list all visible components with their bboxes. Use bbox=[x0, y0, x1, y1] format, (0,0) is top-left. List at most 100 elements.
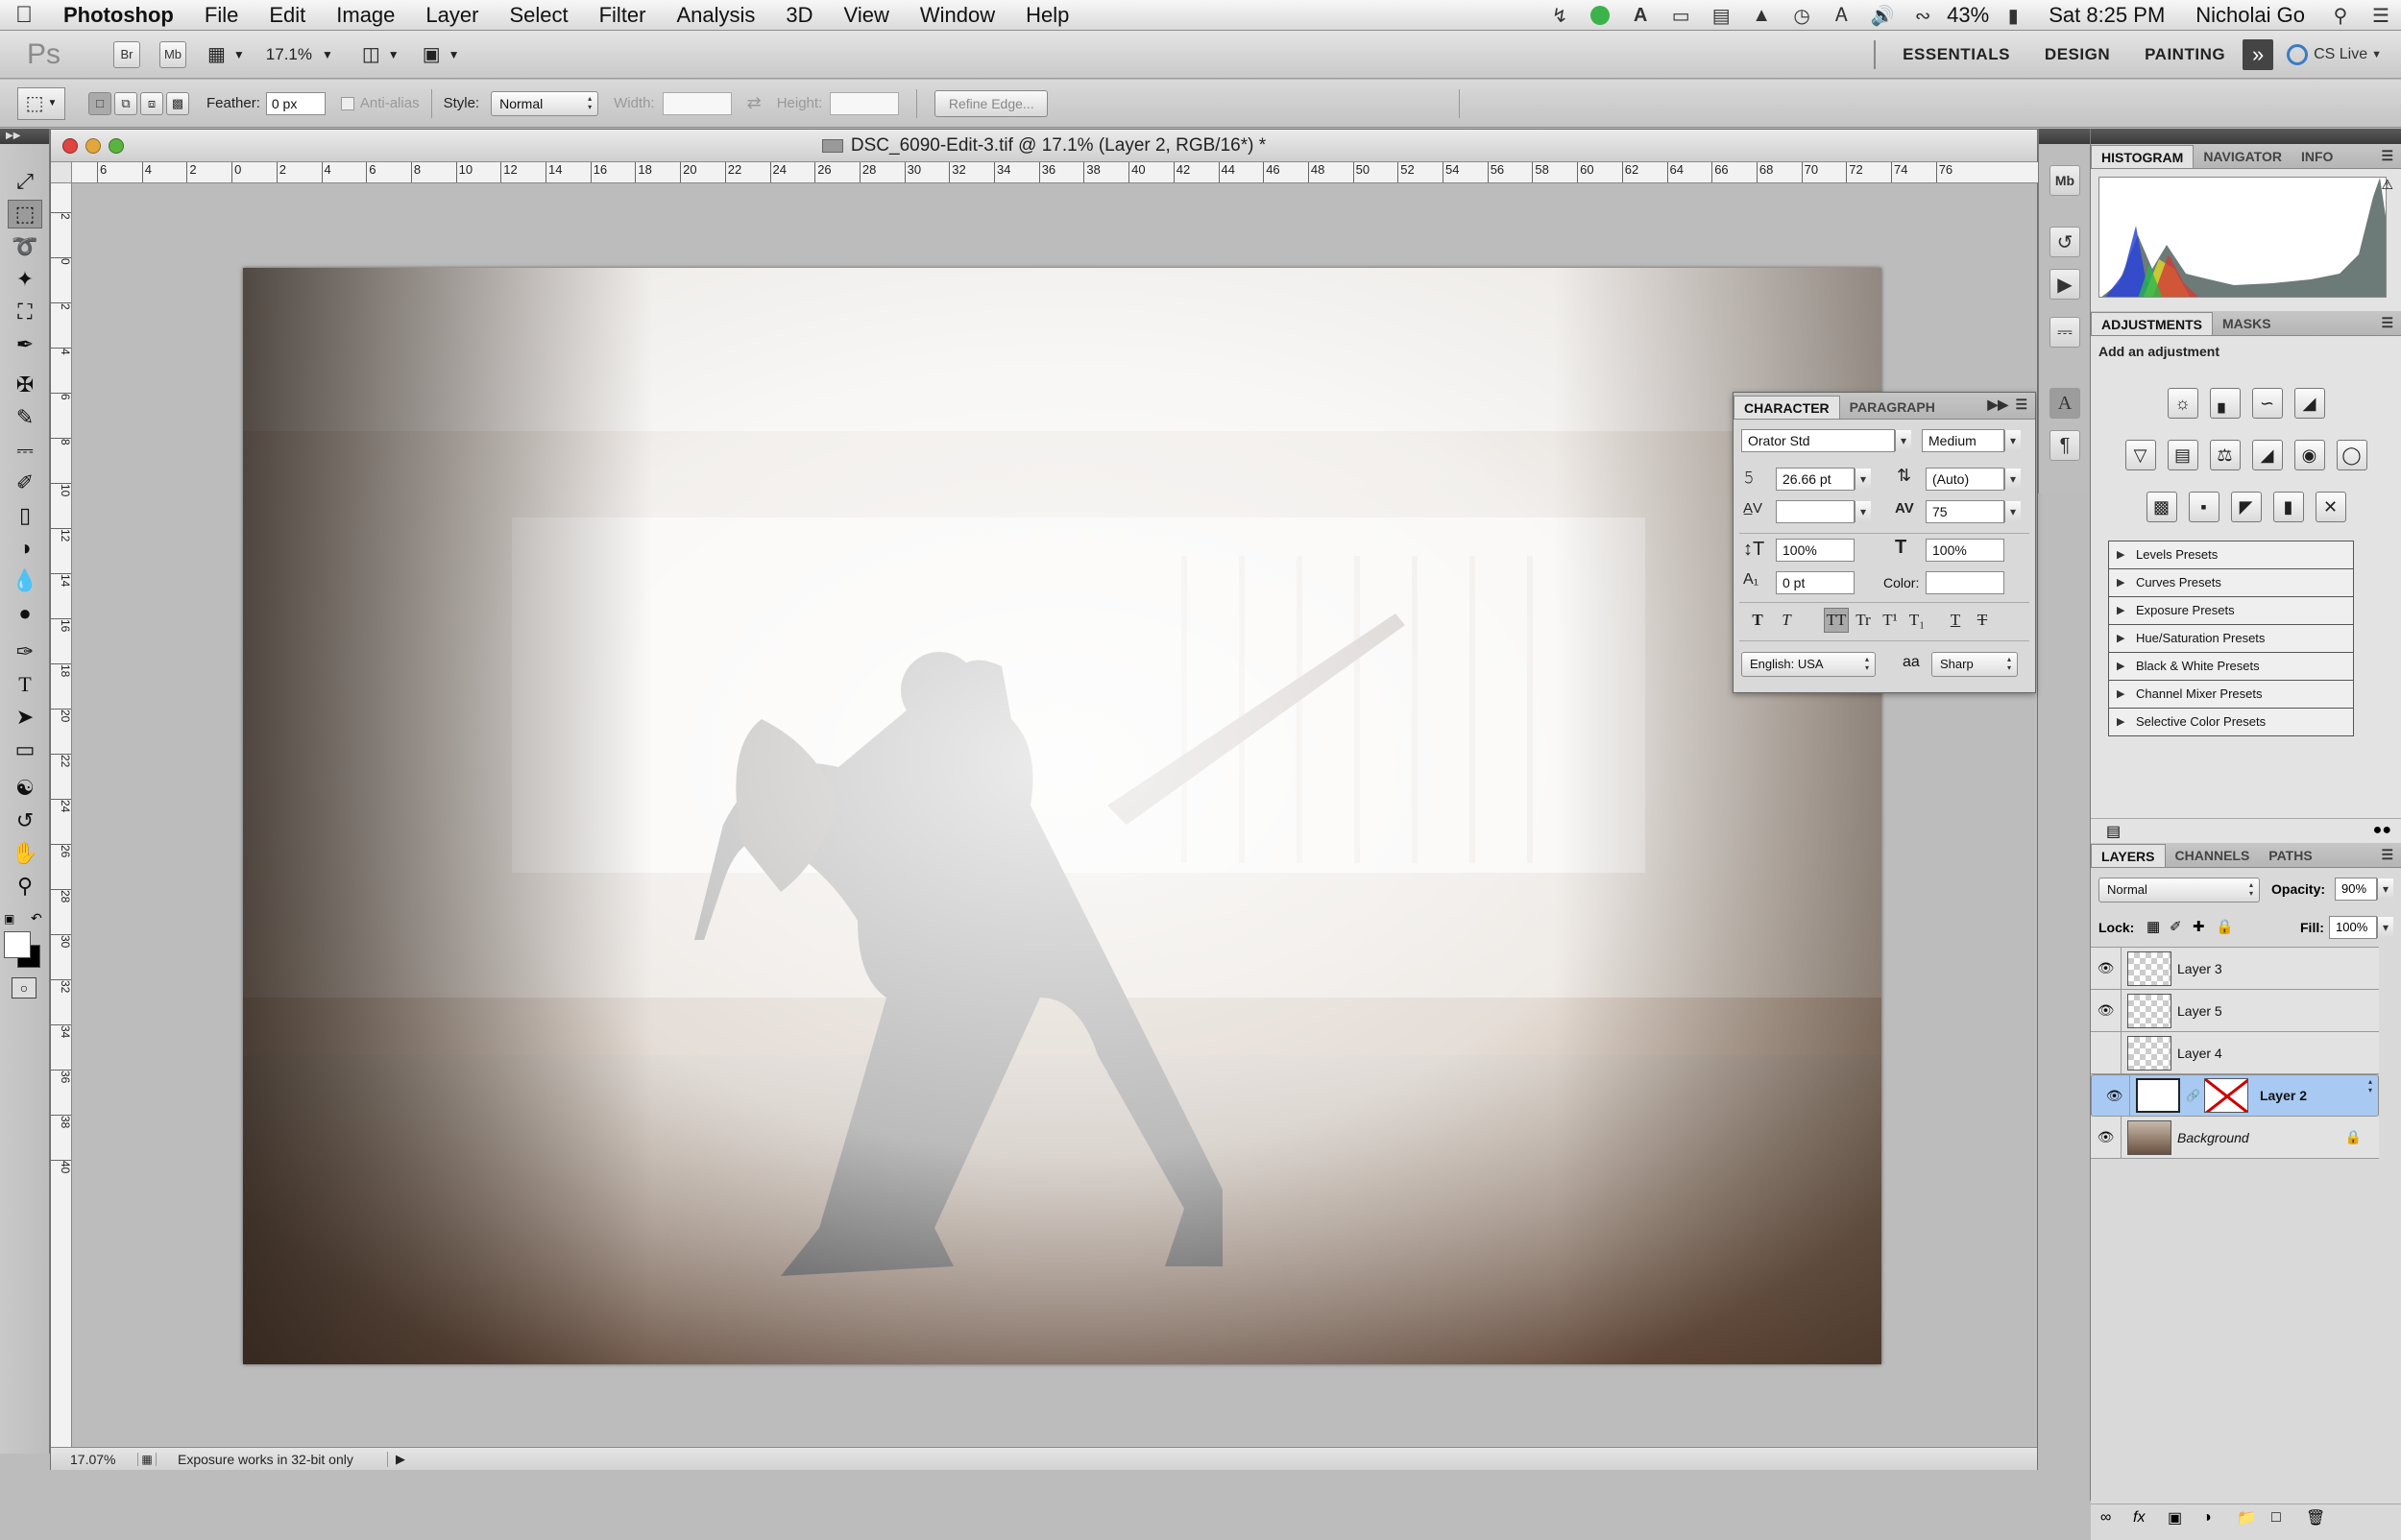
layer-row[interactable]: Layer 4 bbox=[2091, 1031, 2379, 1074]
path-selection-tool-icon[interactable]: ➤ bbox=[8, 703, 42, 732]
pen-tool-icon[interactable]: ✑ bbox=[8, 638, 42, 666]
screen-mode-menu[interactable]: ▣ ▼ bbox=[423, 42, 460, 66]
minimize-window-icon[interactable] bbox=[85, 138, 101, 154]
menu-file[interactable]: File bbox=[189, 0, 254, 31]
default-colors-icon[interactable]: ▣ bbox=[4, 912, 14, 926]
visibility-eye-icon[interactable]: 👁 bbox=[2091, 989, 2122, 1032]
hue-saturation-icon[interactable]: ▤ bbox=[2167, 440, 2198, 470]
horizontal-ruler[interactable]: 6 4 2 0 2 4 6 8 10 12 14 16 18 20 22 24 26 28 30 32 34 36 38 40… bbox=[72, 162, 2039, 183]
ruler-origin[interactable] bbox=[51, 162, 72, 183]
bluetooth-icon[interactable]: Ꭺ bbox=[1829, 5, 1855, 26]
feather-input[interactable]: 0 px bbox=[265, 91, 326, 115]
visibility-toggle-empty[interactable] bbox=[2091, 1031, 2122, 1074]
user-name[interactable]: Nicholai Go bbox=[2180, 0, 2320, 31]
toggle-icon[interactable]: ▭ bbox=[1667, 5, 1694, 27]
tab-channels[interactable]: CHANNELS bbox=[2166, 844, 2260, 867]
volume-icon[interactable]: 🔊 bbox=[1869, 5, 1896, 27]
tools-panel-header[interactable]: ▶▶ bbox=[0, 129, 49, 144]
faux-bold-button[interactable]: T bbox=[1745, 608, 1770, 633]
healing-brush-tool-icon[interactable]: ✠ bbox=[8, 371, 42, 399]
workspace-design[interactable]: DESIGN bbox=[2027, 45, 2127, 64]
layer-row[interactable]: 👁 Background 🔒 bbox=[2091, 1116, 2379, 1159]
rectangular-marquee-tool-icon[interactable]: ⬚ bbox=[8, 200, 42, 229]
language-select[interactable]: English: USA bbox=[1741, 652, 1876, 677]
font-style-select[interactable]: Medium bbox=[1922, 429, 2021, 452]
foreground-color-swatch[interactable] bbox=[4, 931, 31, 958]
clock[interactable]: Sat 8:25 PM bbox=[2033, 0, 2180, 31]
panel-column-header[interactable] bbox=[2091, 129, 2401, 144]
close-window-icon[interactable] bbox=[62, 138, 78, 154]
menu-analysis[interactable]: Analysis bbox=[662, 0, 771, 31]
tracking-input[interactable]: 75 bbox=[1926, 500, 2021, 523]
photo-filter-icon[interactable]: ◉ bbox=[2293, 440, 2325, 470]
lasso-tool-icon[interactable]: ➰ bbox=[8, 232, 42, 261]
posterize-icon[interactable]: ▪ bbox=[2188, 492, 2219, 522]
preset-hue-saturation[interactable]: Hue/Saturation Presets bbox=[2108, 624, 2354, 653]
actions-panel-icon[interactable]: ▶ bbox=[2049, 269, 2080, 300]
histogram-warning-icon[interactable]: ⚠ bbox=[2381, 177, 2393, 193]
preset-curves[interactable]: Curves Presets bbox=[2108, 568, 2354, 597]
delete-layer-icon[interactable]: 🗑 bbox=[2306, 1508, 2340, 1528]
layer-row[interactable]: 👁 Layer 3 bbox=[2091, 947, 2379, 990]
swap-dimensions-icon[interactable]: ⇄ bbox=[747, 93, 762, 113]
panel-menu-icon[interactable]: ☰ bbox=[2381, 315, 2393, 331]
swap-colors-icon[interactable]: ↶ bbox=[31, 910, 42, 926]
preset-black-white[interactable]: Black & White Presets bbox=[2108, 652, 2354, 681]
time-machine-icon[interactable]: ◷ bbox=[1788, 5, 1815, 27]
menu-help[interactable]: Help bbox=[1010, 0, 1084, 31]
hand-tool-icon[interactable]: ✋ bbox=[8, 839, 42, 868]
monitor-icon[interactable]: ▤ bbox=[1708, 5, 1734, 27]
status-zoom[interactable]: 17.07% bbox=[51, 1452, 128, 1467]
mini-bridge-panel-icon[interactable]: Mb bbox=[2049, 165, 2080, 196]
new-selection-button[interactable]: □ bbox=[88, 91, 111, 115]
battery-icon[interactable]: ▮ bbox=[2000, 5, 2026, 27]
menu-layer[interactable]: Layer bbox=[410, 0, 494, 31]
mask-link-icon[interactable]: 🔗 bbox=[2186, 1084, 2200, 1107]
image-canvas[interactable] bbox=[243, 268, 1881, 1364]
menu-edit[interactable]: Edit bbox=[254, 0, 321, 31]
lock-image-icon[interactable]: ✐ bbox=[2170, 918, 2182, 935]
superscript-button[interactable]: T¹ bbox=[1878, 608, 1903, 633]
clip-to-layer-icon[interactable]: ●● bbox=[2373, 822, 2391, 839]
document-title-bar[interactable]: DSC_6090-Edit-3.tif @ 17.1% (Layer 2, RG… bbox=[51, 130, 2037, 162]
zoom-level-menu[interactable]: 17.1% ▼ bbox=[266, 45, 333, 64]
small-caps-button[interactable]: Tr bbox=[1851, 608, 1876, 633]
bridge-button[interactable]: Br bbox=[113, 40, 140, 68]
black-white-icon[interactable]: ◢ bbox=[2251, 440, 2283, 470]
baseline-shift-input[interactable]: 0 pt bbox=[1776, 571, 1855, 594]
layer-row-selected[interactable]: 👁 🔗 Layer 2 bbox=[2091, 1074, 2379, 1117]
more-workspaces-button[interactable]: » bbox=[2243, 39, 2274, 70]
menu-select[interactable]: Select bbox=[494, 0, 583, 31]
wifi-icon[interactable]: ∾ bbox=[1909, 5, 1936, 27]
color-balance-icon[interactable]: ⚖ bbox=[2209, 440, 2241, 470]
panel-menu-icon[interactable]: ☰ bbox=[2381, 847, 2393, 863]
arrange-documents-menu[interactable]: ◫ ▼ bbox=[362, 42, 400, 66]
vibrance-icon[interactable]: ▽ bbox=[2124, 440, 2156, 470]
intersect-selection-button[interactable]: ▩ bbox=[166, 91, 189, 115]
tab-character[interactable]: CHARACTER bbox=[1734, 396, 1840, 419]
return-to-list-icon[interactable]: ▤ bbox=[2106, 822, 2121, 841]
link-layers-icon[interactable]: ∞ bbox=[2100, 1509, 2133, 1527]
height-input[interactable] bbox=[830, 91, 900, 115]
threshold-icon[interactable]: ◤ bbox=[2230, 492, 2262, 522]
clone-source-panel-icon[interactable]: ⎓ bbox=[2049, 317, 2080, 348]
paragraph-panel-icon[interactable]: ¶ bbox=[2049, 430, 2080, 461]
tool-preset-picker[interactable]: ⬚ ▼ bbox=[17, 86, 65, 120]
menu-image[interactable]: Image bbox=[321, 0, 410, 31]
subtract-from-selection-button[interactable]: ⧈ bbox=[140, 91, 163, 115]
menu-3d[interactable]: 3D bbox=[770, 0, 828, 31]
crop-tool-icon[interactable]: ⛶ bbox=[8, 298, 42, 326]
add-to-selection-button[interactable]: ⧉ bbox=[114, 91, 137, 115]
levels-icon[interactable]: ▖ bbox=[2209, 388, 2241, 419]
adobe-icon[interactable]: A bbox=[1627, 5, 1654, 26]
leading-input[interactable]: (Auto) bbox=[1926, 468, 2021, 491]
app-menu[interactable]: Photoshop bbox=[48, 0, 189, 31]
menu-view[interactable]: View bbox=[829, 0, 905, 31]
move-tool-icon[interactable]: ⤢ bbox=[8, 167, 42, 196]
width-input[interactable] bbox=[662, 91, 732, 115]
preset-exposure[interactable]: Exposure Presets bbox=[2108, 596, 2354, 625]
tab-adjustments[interactable]: ADJUSTMENTS bbox=[2091, 312, 2214, 335]
battery-percent[interactable]: 43% bbox=[1943, 0, 1993, 31]
vertical-ruler[interactable]: 2 0 2 4 6 8 10 12 14 16 18 20 22 24 26 28 30 32 34 36 38 40 bbox=[51, 183, 72, 1456]
dock-header[interactable] bbox=[2039, 129, 2090, 144]
